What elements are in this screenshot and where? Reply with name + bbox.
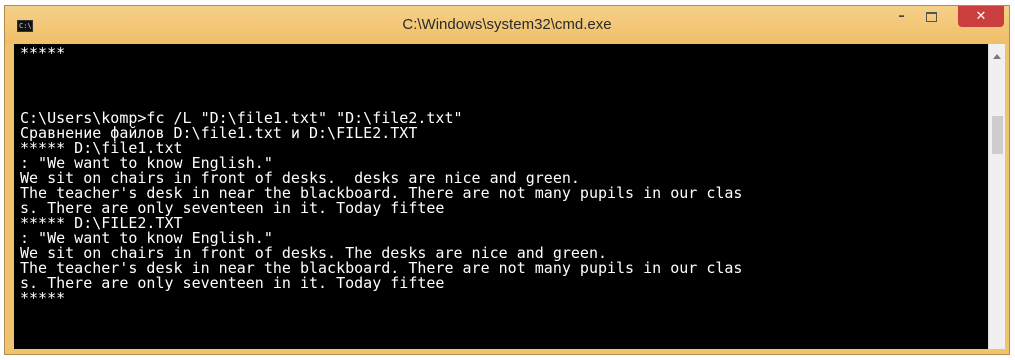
console-line: *****: [20, 289, 66, 307]
cmd-window: C:\ C:\Windows\system32\cmd.exe – ✕ ****…: [4, 5, 1010, 355]
console-output[interactable]: ***** C:\Users\komp>fc /L "D:\file1.txt"…: [14, 44, 988, 349]
close-icon: ✕: [975, 9, 987, 24]
vertical-scrollbar[interactable]: [988, 44, 1005, 349]
close-button[interactable]: ✕: [958, 6, 1004, 27]
console-line: s. There are only seventeen in it. Today…: [20, 274, 445, 292]
scroll-up-icon[interactable]: [993, 54, 1001, 59]
console-line: *****: [20, 44, 66, 62]
minimize-icon: –: [898, 9, 905, 24]
title-bar[interactable]: C:\ C:\Windows\system32\cmd.exe – ✕: [5, 6, 1009, 44]
scroll-thumb[interactable]: [992, 116, 1003, 154]
maximize-icon: [926, 11, 937, 22]
maximize-button[interactable]: [916, 6, 947, 27]
minimize-button[interactable]: –: [886, 6, 917, 27]
window-title: C:\Windows\system32\cmd.exe: [402, 16, 612, 33]
